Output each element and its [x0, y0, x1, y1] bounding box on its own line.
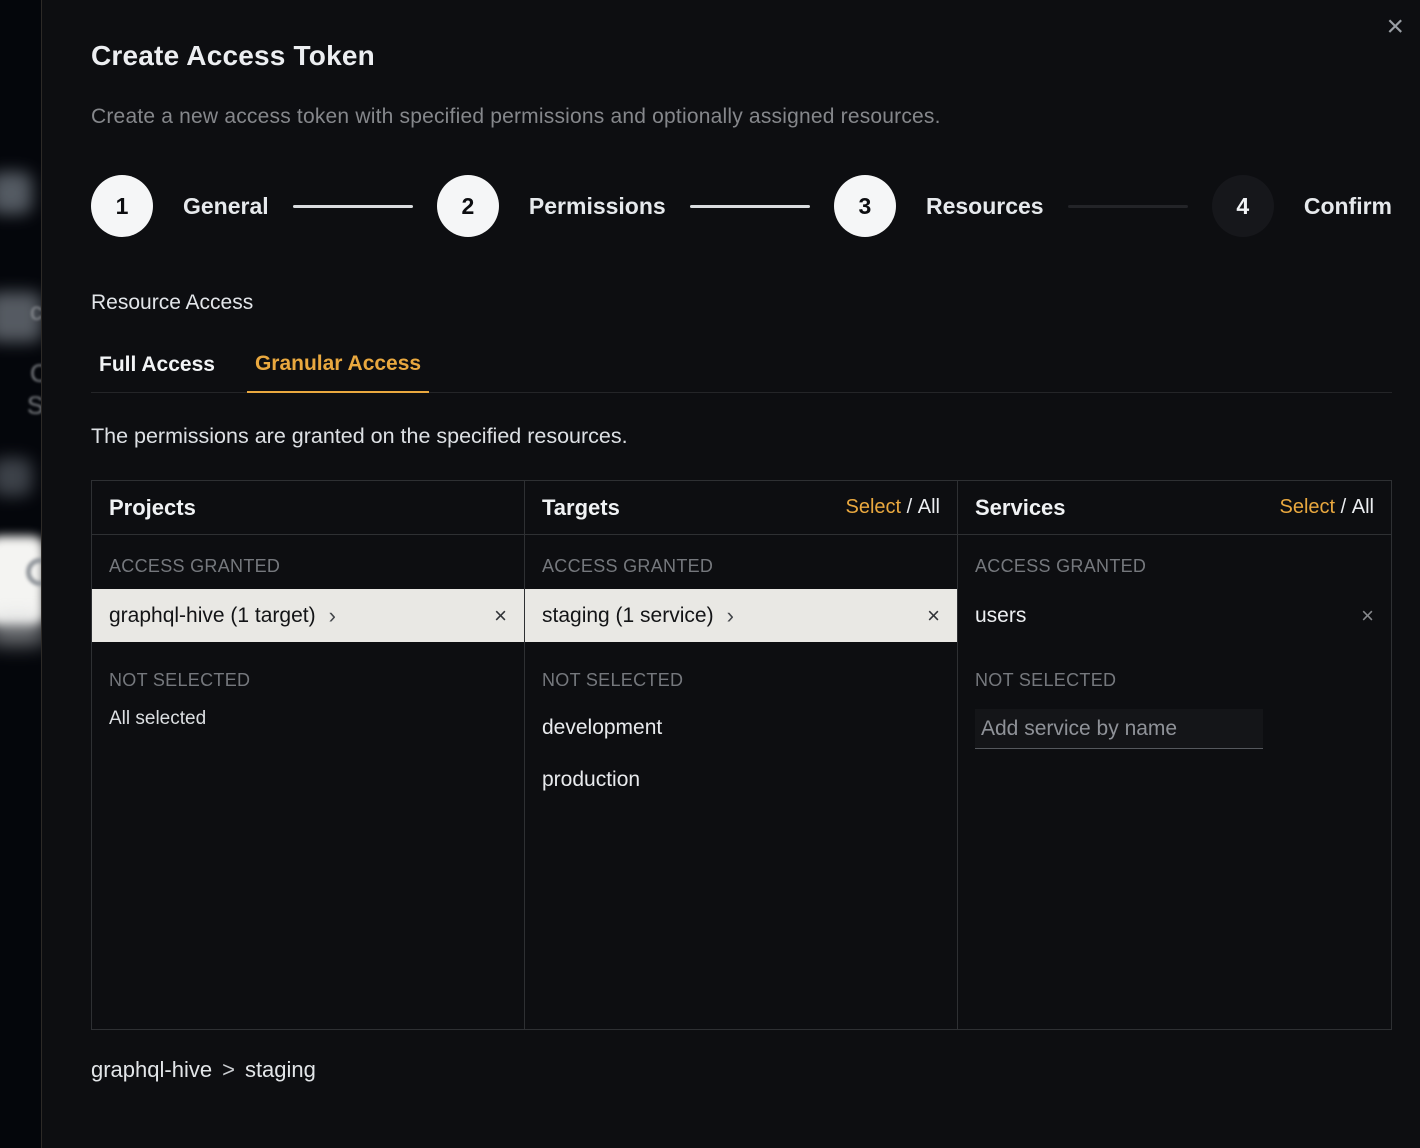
targets-column: Targets Select / All ACCESS GRANTED stag… — [525, 481, 958, 1029]
resource-selection-table: Projects ACCESS GRANTED graphql-hive (1 … — [91, 480, 1392, 1030]
projects-not-selected-label: NOT SELECTED — [92, 642, 524, 703]
dialog-title: Create Access Token — [91, 40, 1392, 72]
step-number: 3 — [859, 193, 872, 220]
remove-icon: × — [494, 603, 507, 628]
granular-access-description: The permissions are granted on the speci… — [91, 424, 1392, 449]
blurred-background-element — [0, 618, 41, 644]
services-not-selected-label: NOT SELECTED — [958, 642, 1391, 703]
close-button[interactable]: × — [1386, 12, 1404, 42]
targets-not-selected-label: NOT SELECTED — [525, 642, 957, 703]
blurred-background-element — [0, 458, 32, 496]
services-all-link[interactable]: All — [1352, 496, 1374, 519]
dialog-subtitle: Create a new access token with specified… — [91, 105, 1392, 129]
stepper-step-general[interactable]: 1 General — [91, 175, 269, 237]
targets-column-header: Targets Select / All — [525, 481, 957, 535]
remove-service-button[interactable]: × — [1361, 605, 1374, 627]
step-label: General — [183, 193, 269, 220]
wizard-stepper: 1 General 2 Permissions 3 Resources 4 Co… — [91, 175, 1392, 237]
remove-project-button[interactable]: × — [494, 605, 507, 627]
targets-select-all: Select / All — [846, 496, 941, 519]
targets-column-title: Targets — [542, 495, 620, 521]
services-column-header: Services Select / All — [958, 481, 1391, 535]
services-access-granted-label: ACCESS GRANTED — [958, 535, 1391, 589]
step-number-circle: 4 — [1212, 175, 1274, 237]
stepper-step-confirm[interactable]: 4 Confirm — [1212, 175, 1392, 237]
stepper-connector — [293, 205, 413, 208]
chevron-right-icon: › — [727, 605, 734, 627]
chevron-right-icon: › — [329, 605, 336, 627]
background-text-fragment: c — [30, 298, 41, 327]
step-number: 2 — [462, 193, 475, 220]
breadcrumb-separator: > — [222, 1057, 235, 1082]
projects-all-selected-note: All selected — [92, 703, 524, 740]
remove-icon: × — [1361, 603, 1374, 628]
selection-breadcrumb: graphql-hive > staging — [91, 1057, 1392, 1083]
targets-access-granted-label: ACCESS GRANTED — [525, 535, 957, 589]
projects-column: Projects ACCESS GRANTED graphql-hive (1 … — [92, 481, 525, 1029]
targets-select-link[interactable]: Select — [846, 496, 902, 519]
select-all-separator: / — [901, 496, 918, 518]
close-icon: × — [1386, 10, 1404, 43]
step-label: Resources — [926, 193, 1044, 220]
service-granted-name: users — [975, 604, 1026, 628]
step-number: 4 — [1236, 193, 1249, 220]
step-number-circle: 1 — [91, 175, 153, 237]
background-text-fragment: C — [30, 360, 41, 389]
blurred-background-element — [0, 172, 32, 214]
create-access-token-dialog: × Create Access Token Create a new acces… — [41, 0, 1420, 1148]
step-number-circle: 2 — [437, 175, 499, 237]
projects-access-granted-label: ACCESS GRANTED — [92, 535, 524, 589]
stepper-connector — [690, 205, 810, 208]
background-text-fragment: S — [27, 392, 41, 421]
services-column: Services Select / All ACCESS GRANTED use… — [958, 481, 1391, 1029]
project-granted-row[interactable]: graphql-hive (1 target) › × — [92, 589, 524, 642]
targets-all-link[interactable]: All — [918, 496, 940, 519]
stepper-step-permissions[interactable]: 2 Permissions — [437, 175, 666, 237]
project-granted-name: graphql-hive (1 target) — [109, 604, 316, 628]
stepper-connector-upcoming — [1068, 205, 1188, 208]
step-label: Confirm — [1304, 193, 1392, 220]
target-option-development[interactable]: development — [525, 703, 957, 755]
remove-icon: × — [927, 603, 940, 628]
remove-target-button[interactable]: × — [927, 605, 940, 627]
resource-access-heading: Resource Access — [91, 291, 1392, 315]
tab-full-access[interactable]: Full Access — [91, 352, 223, 393]
dimmed-background-page: c C S — [0, 0, 41, 1148]
breadcrumb-target: staging — [245, 1057, 316, 1082]
services-select-all: Select / All — [1280, 496, 1375, 519]
step-number: 1 — [116, 193, 129, 220]
stepper-step-resources[interactable]: 3 Resources — [834, 175, 1044, 237]
services-column-title: Services — [975, 495, 1066, 521]
target-option-production[interactable]: production — [525, 755, 957, 807]
breadcrumb-project: graphql-hive — [91, 1057, 212, 1082]
step-label: Permissions — [529, 193, 666, 220]
step-number-circle: 3 — [834, 175, 896, 237]
target-granted-name: staging (1 service) — [542, 604, 714, 628]
service-granted-row[interactable]: users × — [958, 589, 1391, 642]
select-all-separator: / — [1335, 496, 1352, 518]
add-service-input[interactable] — [975, 709, 1263, 749]
access-mode-tabs: Full Access Granular Access — [91, 352, 1392, 393]
projects-column-title: Projects — [109, 495, 196, 521]
services-select-link[interactable]: Select — [1280, 496, 1336, 519]
target-granted-row[interactable]: staging (1 service) › × — [525, 589, 957, 642]
projects-column-header: Projects — [92, 481, 524, 535]
tab-granular-access[interactable]: Granular Access — [247, 352, 429, 393]
